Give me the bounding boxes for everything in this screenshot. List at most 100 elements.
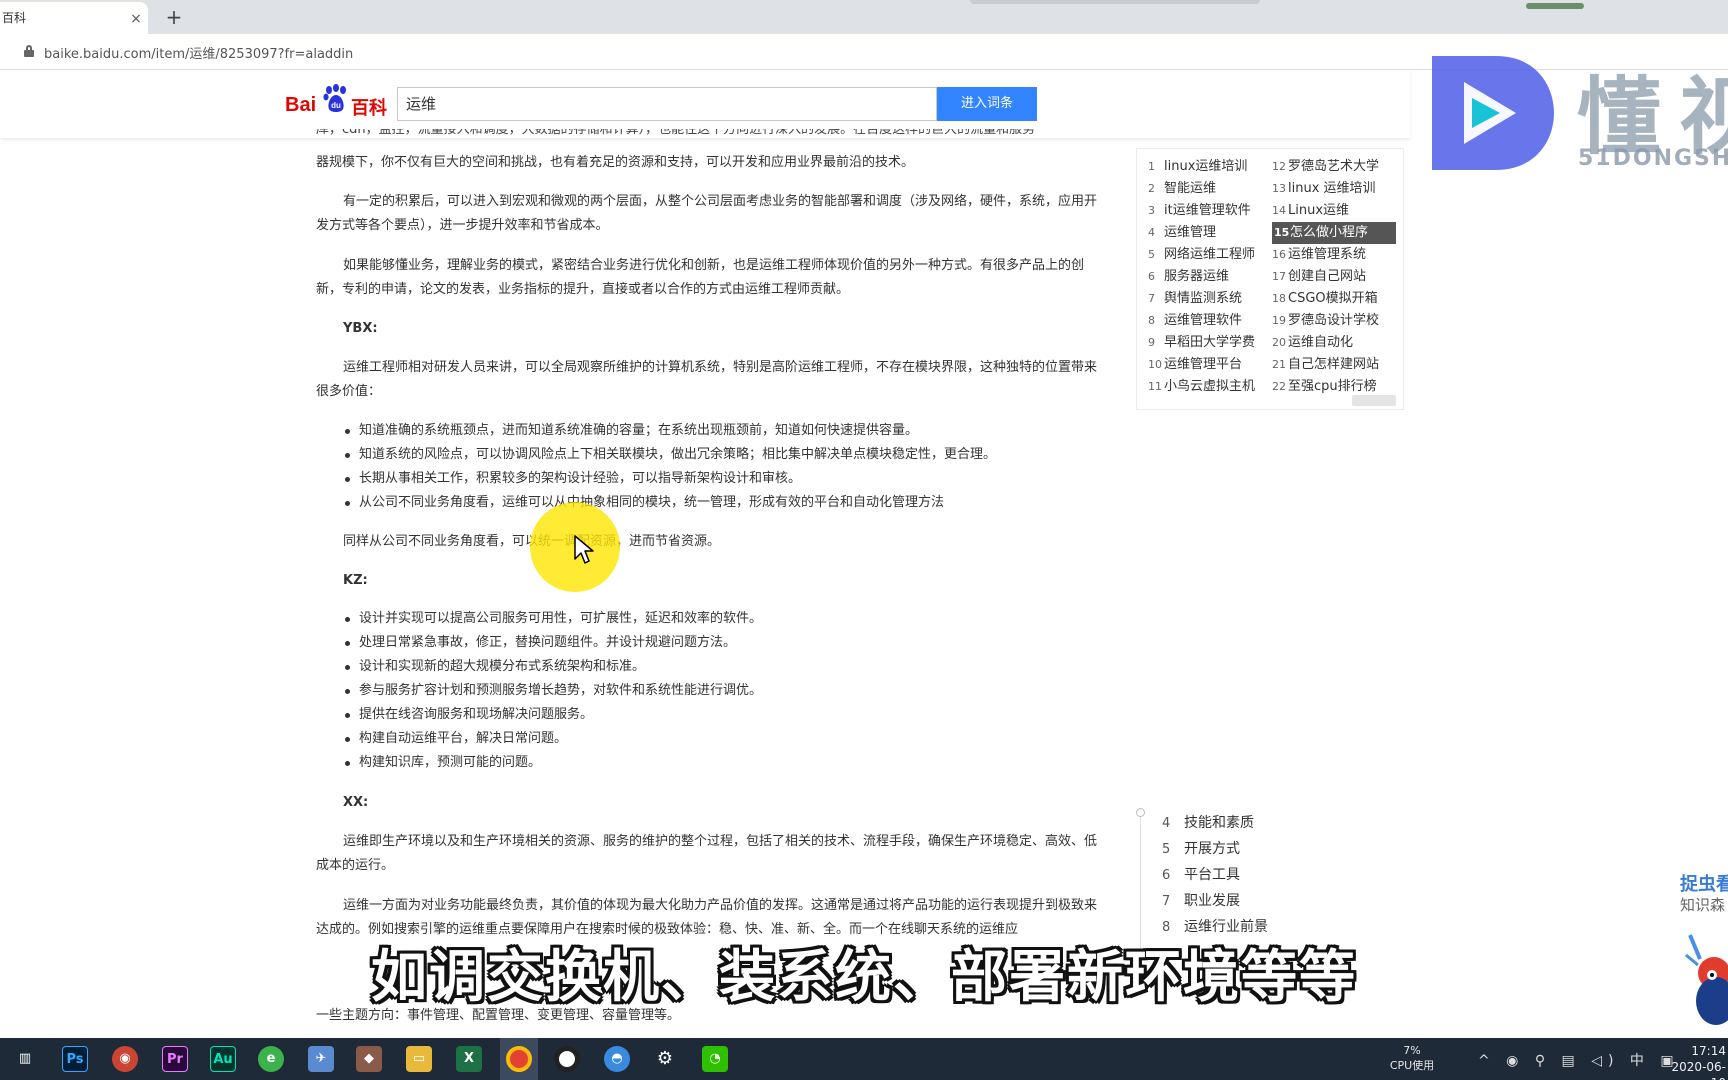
- related-search-item[interactable]: 6 服务器运维: [1148, 266, 1229, 288]
- related-search-label: 至强cpu排行榜: [1288, 379, 1377, 394]
- related-search-rank: 3: [1148, 204, 1155, 217]
- excel-icon[interactable]: X: [456, 1046, 482, 1072]
- related-search-item[interactable]: 19 罗德岛设计学校: [1272, 310, 1379, 332]
- ad-tag: [1352, 395, 1396, 406]
- tab-title: 百科: [2, 11, 27, 25]
- browser-tab[interactable]: 百科 ×: [0, 2, 148, 34]
- section-subhead-ybx: YBX:: [343, 321, 378, 336]
- related-search-label: 小鸟云虚拟主机: [1164, 379, 1256, 394]
- related-search-item[interactable]: 11 小鸟云虚拟主机: [1148, 376, 1255, 398]
- related-search-label: 网络运维工程师: [1164, 247, 1256, 262]
- toc-item[interactable]: 5 开展方式: [1162, 838, 1240, 858]
- related-search-rank: 10: [1148, 358, 1162, 371]
- media-app-icon[interactable]: ◆: [356, 1046, 382, 1072]
- toc-label: 开展方式: [1184, 841, 1240, 857]
- cpu-usage: 7% CPU使用: [1385, 1043, 1439, 1073]
- related-search-rank: 20: [1272, 336, 1286, 349]
- enter-entry-button[interactable]: 进入词条: [937, 87, 1037, 121]
- toc-number: 4: [1162, 816, 1171, 831]
- search-input[interactable]: 运维: [397, 87, 937, 121]
- toc-item[interactable]: 4 技能和素质: [1162, 812, 1254, 832]
- related-search-item[interactable]: 9 早稻田大学学费: [1148, 332, 1255, 354]
- related-search-item[interactable]: 8 运维管理软件: [1148, 310, 1242, 332]
- new-tab-button[interactable]: +: [162, 4, 186, 30]
- list-item: 处理日常紧急事故，修正，替换问题组件。并设计规避问题方法。: [343, 631, 1103, 655]
- clock-date: 2020-06-10: [1671, 1060, 1726, 1080]
- related-search-item[interactable]: 2 智能运维: [1148, 178, 1216, 200]
- green-app-icon[interactable]: e: [258, 1046, 284, 1072]
- blurred-tab-strip: [970, 0, 1260, 4]
- audition-icon[interactable]: Au: [210, 1046, 236, 1072]
- related-search-label: Linux运维: [1288, 203, 1350, 218]
- related-search-item[interactable]: 18 CSGO模拟开箱: [1272, 288, 1378, 310]
- list-item: 构建知识库，预测可能的问题。: [343, 751, 1103, 775]
- toc-item[interactable]: 6 平台工具: [1162, 864, 1240, 884]
- tab-close-icon[interactable]: ×: [128, 4, 144, 34]
- toc-dot-icon: [1136, 808, 1145, 817]
- related-search-rank: 22: [1272, 380, 1286, 393]
- related-search-item[interactable]: 17 创建自己网站: [1272, 266, 1366, 288]
- article-paragraph: 有一定的积累后，可以进入到宏观和微观的两个层面，从整个公司层面考虑业务的智能部署…: [316, 194, 1098, 233]
- baidu-baike-logo[interactable]: Bai du 百科: [285, 84, 391, 119]
- file-explorer-icon[interactable]: ▭: [406, 1046, 432, 1072]
- settings-gear-icon[interactable]: ⚙: [652, 1046, 678, 1072]
- related-search-item[interactable]: 16 运维管理系统: [1272, 244, 1366, 266]
- bird-app-icon[interactable]: ✈: [308, 1046, 334, 1072]
- cpu-label: CPU使用: [1389, 1059, 1435, 1072]
- mouse-cursor-icon: [574, 535, 594, 564]
- related-search-label: 怎么做小程序: [1290, 225, 1369, 240]
- related-search-rank: 13: [1272, 182, 1286, 195]
- related-search-label: 罗德岛设计学校: [1288, 313, 1380, 328]
- toc-label: 平台工具: [1184, 867, 1240, 883]
- dongshi-watermark-logo: [1432, 56, 1554, 170]
- app-icon[interactable]: ◉: [112, 1046, 138, 1072]
- kz-list: 设计并实现可以提高公司服务可用性，可扩展性，延迟和效率的软件。 处理日常紧急事故…: [343, 607, 1103, 775]
- related-search-label: 智能运维: [1164, 181, 1217, 196]
- related-search-rank: 9: [1148, 336, 1155, 349]
- related-search-label: 运维管理平台: [1164, 357, 1243, 372]
- task-view-icon[interactable]: ▥: [12, 1046, 38, 1072]
- related-search-item[interactable]: 14 Linux运维: [1272, 200, 1349, 222]
- toc-label: 技能和素质: [1184, 815, 1254, 831]
- clock[interactable]: 17:14 2020-06-10: [1660, 1043, 1728, 1080]
- related-search-item[interactable]: 3 it运维管理软件: [1148, 200, 1251, 222]
- toc-label: 职业发展: [1184, 893, 1240, 909]
- related-search-label: 运维管理软件: [1164, 313, 1243, 328]
- wechat-icon[interactable]: ◔: [702, 1046, 728, 1072]
- chrome-icon[interactable]: [506, 1046, 532, 1072]
- browser-app-icon[interactable]: ◓: [604, 1046, 630, 1072]
- related-search-label: linux运维培训: [1164, 159, 1248, 174]
- related-search-item[interactable]: 12 罗德岛艺术大学: [1272, 156, 1379, 178]
- list-item: 从公司不同业务角度看，运维可以从中抽象相同的模块，统一管理，形成有效的平台和自动…: [343, 491, 1103, 515]
- article-cut-line: 库，cdn，监控，流量接入和调度，大数据的存储和计算），也能往这个方向进行深入的…: [316, 129, 1036, 137]
- related-search-rank: 21: [1272, 358, 1286, 371]
- system-tray[interactable]: ^ ◉ ⚲ ▤ ◁) 中 ▣: [1478, 1050, 1680, 1070]
- record-icon[interactable]: [554, 1046, 580, 1072]
- side-widget-link[interactable]: 捉虫看: [1680, 870, 1728, 896]
- related-search-item[interactable]: 15怎么做小程序: [1272, 222, 1396, 244]
- related-search-rank: 6: [1148, 270, 1155, 283]
- related-search-item[interactable]: 4 运维管理: [1148, 222, 1216, 244]
- toc-item[interactable]: 7 职业发展: [1162, 890, 1240, 910]
- premiere-icon[interactable]: Pr: [162, 1046, 188, 1072]
- cpu-percent: 7%: [1403, 1044, 1421, 1057]
- side-widget-sub: 知识森: [1680, 896, 1726, 914]
- related-search-rank: 11: [1148, 380, 1162, 393]
- related-search-item[interactable]: 10 运维管理平台: [1148, 354, 1242, 376]
- related-search-item[interactable]: 1 linux运维培训: [1148, 156, 1247, 178]
- related-search-item[interactable]: 5 网络运维工程师: [1148, 244, 1255, 266]
- related-search-label: 早稻田大学学费: [1164, 335, 1256, 350]
- related-search-item[interactable]: 7 舆情监测系统: [1148, 288, 1242, 310]
- article-paragraph: 运维工程师相对研发人员来讲，可以全局观察所维护的计算机系统，特别是高阶运维工程师…: [316, 360, 1098, 399]
- logo-bai-text: Bai: [285, 94, 317, 116]
- related-search-item[interactable]: 20 运维自动化: [1272, 332, 1353, 354]
- photoshop-icon[interactable]: Ps: [62, 1046, 88, 1072]
- related-search-item[interactable]: 13 linux 运维培训: [1272, 178, 1376, 200]
- url-text[interactable]: baike.baidu.com/item/运维/8253097?fr=aladd…: [44, 43, 353, 62]
- related-search-rank: 12: [1272, 160, 1286, 173]
- list-item: 构建自动运维平台，解决日常问题。: [343, 727, 1103, 751]
- related-search-item[interactable]: 21 自己怎样建网站: [1272, 354, 1379, 376]
- svg-text:du: du: [331, 101, 341, 110]
- screen: 百科 × + baike.baidu.com/item/运维/8253097?f…: [0, 0, 1728, 1080]
- window-control-indicator: [1526, 3, 1584, 9]
